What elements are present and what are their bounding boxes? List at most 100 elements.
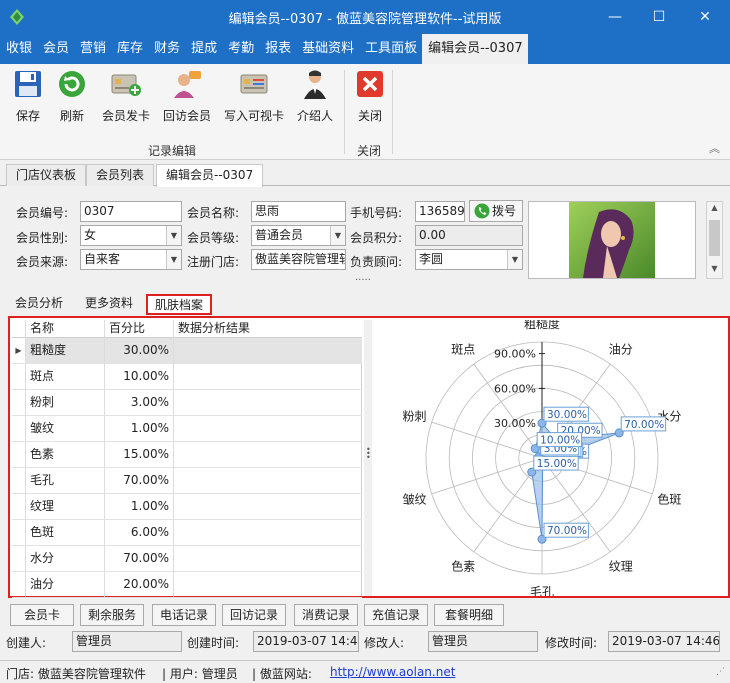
dial-button[interactable]: 拨号: [469, 200, 523, 222]
website-link[interactable]: http://www.aolan.net: [330, 665, 455, 679]
chevron-down-icon[interactable]: ▼: [166, 226, 181, 245]
refresh-button[interactable]: 刷新: [54, 68, 90, 124]
panel-splitter[interactable]: • • •: [364, 320, 372, 596]
table-row[interactable]: ▶ 粗糙度 30.00%: [12, 338, 362, 364]
menu-item-6[interactable]: 考勤: [222, 34, 259, 64]
cell-result[interactable]: [174, 338, 362, 363]
menu-item-3[interactable]: 库存: [111, 34, 148, 64]
menu-item-1[interactable]: 会员: [37, 34, 74, 64]
level-select[interactable]: 普通会员 ▼: [251, 225, 346, 246]
menu-item-2[interactable]: 营销: [74, 34, 111, 64]
cell-name[interactable]: 毛孔: [26, 468, 105, 493]
bottom-button-4[interactable]: 消费记录: [294, 604, 358, 626]
cell-result[interactable]: [174, 520, 362, 545]
gender-select[interactable]: 女 ▼: [80, 225, 182, 246]
menu-item-4[interactable]: 财务: [148, 34, 185, 64]
cell-percent[interactable]: 10.00%: [105, 364, 174, 389]
cell-percent[interactable]: 3.00%: [105, 390, 174, 415]
cell-name[interactable]: 粗糙度: [26, 338, 105, 363]
chevron-up-icon[interactable]: ▲: [707, 203, 722, 212]
menu-item-7[interactable]: 报表: [259, 34, 296, 64]
bottom-button-6[interactable]: 套餐明细: [434, 604, 504, 626]
cell-result[interactable]: [174, 468, 362, 493]
menu-item-0[interactable]: 收银: [0, 34, 37, 64]
grid-header-percent[interactable]: 百分比: [105, 320, 174, 338]
form-scrollbar[interactable]: ▲ ▼: [706, 201, 723, 279]
close-editor-button[interactable]: 关闭: [352, 68, 388, 124]
cell-name[interactable]: 斑点: [26, 364, 105, 389]
menu-item-9[interactable]: 工具面板: [359, 34, 422, 64]
table-row[interactable]: 斑点 10.00%: [12, 364, 362, 390]
cell-name[interactable]: 水分: [26, 546, 105, 571]
cell-name[interactable]: 色斑: [26, 520, 105, 545]
table-row[interactable]: 色素 15.00%: [12, 442, 362, 468]
chevron-down-icon[interactable]: ▼: [330, 226, 345, 245]
tab-skin-profile[interactable]: 肌肤档案: [146, 294, 213, 315]
revisit-member-button[interactable]: 回访会员: [161, 68, 213, 124]
member-card-plus-icon: [111, 74, 141, 96]
cell-result[interactable]: [174, 442, 362, 467]
cell-name[interactable]: 皱纹: [26, 416, 105, 441]
cell-result[interactable]: [174, 546, 362, 571]
scrollbar-thumb[interactable]: [709, 220, 720, 256]
bottom-button-3[interactable]: 回访记录: [222, 604, 286, 626]
cell-percent[interactable]: 6.00%: [105, 520, 174, 545]
write-visual-card-button[interactable]: 写入可视卡: [221, 68, 287, 124]
more-fields-handle[interactable]: ·····: [355, 275, 371, 286]
source-select[interactable]: 自来客 ▼: [80, 249, 182, 270]
chevron-down-icon[interactable]: ▼: [707, 264, 722, 273]
store-field[interactable]: 傲蓝美容院管理软: [251, 249, 346, 270]
cell-percent[interactable]: 70.00%: [105, 546, 174, 571]
cell-result[interactable]: [174, 416, 362, 441]
grid-header-name[interactable]: 名称: [26, 320, 105, 338]
table-row[interactable]: 毛孔 70.00%: [12, 468, 362, 494]
cell-result[interactable]: [174, 494, 362, 519]
cell-percent[interactable]: 70.00%: [105, 468, 174, 493]
cell-percent[interactable]: 1.00%: [105, 494, 174, 519]
cell-percent[interactable]: 1.00%: [105, 416, 174, 441]
cell-percent[interactable]: 30.00%: [105, 338, 174, 363]
maximize-button[interactable]: ☐: [636, 0, 682, 34]
menu-item-5[interactable]: 提成: [185, 34, 222, 64]
phone-field[interactable]: 136589: [415, 201, 465, 222]
chevron-down-icon[interactable]: ▼: [507, 250, 522, 269]
cell-percent[interactable]: 15.00%: [105, 442, 174, 467]
chevron-down-icon[interactable]: ▼: [166, 250, 181, 269]
close-window-button[interactable]: ✕: [682, 0, 728, 34]
table-row[interactable]: 水分 70.00%: [12, 546, 362, 572]
table-row[interactable]: 纹理 1.00%: [12, 494, 362, 520]
save-button[interactable]: 保存: [10, 68, 46, 124]
resize-grip-icon[interactable]: ⋰: [716, 667, 725, 677]
table-row[interactable]: 油分 20.00%: [12, 572, 362, 598]
cell-name[interactable]: 粉刺: [26, 390, 105, 415]
menu-item-8[interactable]: 基础资料: [296, 34, 359, 64]
bottom-button-2[interactable]: 电话记录: [152, 604, 216, 626]
table-row[interactable]: 粉刺 3.00%: [12, 390, 362, 416]
cell-result[interactable]: [174, 572, 362, 597]
cell-percent[interactable]: 20.00%: [105, 572, 174, 597]
table-row[interactable]: 皱纹 1.00%: [12, 416, 362, 442]
tab-more-info[interactable]: 更多资料: [78, 294, 140, 315]
issue-card-button[interactable]: 会员发卡: [100, 68, 152, 124]
consultant-select[interactable]: 李圆 ▼: [415, 249, 523, 270]
tab-store-dashboard[interactable]: 门店仪表板: [6, 164, 87, 186]
cell-name[interactable]: 油分: [26, 572, 105, 597]
cell-name[interactable]: 色素: [26, 442, 105, 467]
referrer-button[interactable]: 介绍人: [294, 68, 336, 124]
minimize-button[interactable]: —: [592, 0, 638, 34]
tab-edit-member[interactable]: 编辑会员--0307: [156, 164, 264, 187]
tab-member-list[interactable]: 会员列表: [86, 164, 155, 186]
bottom-button-1[interactable]: 剩余服务: [80, 604, 144, 626]
collapse-ribbon-icon[interactable]: ︽: [709, 140, 720, 156]
menu-item-10[interactable]: 编辑会员--0307: [422, 34, 528, 64]
cell-result[interactable]: [174, 364, 362, 389]
bottom-button-0[interactable]: 会员卡: [10, 604, 74, 626]
grid-header-result[interactable]: 数据分析结果: [174, 320, 362, 338]
bottom-button-5[interactable]: 充值记录: [364, 604, 428, 626]
cell-result[interactable]: [174, 390, 362, 415]
member-no-field[interactable]: 0307: [80, 201, 182, 222]
tab-member-analysis[interactable]: 会员分析: [8, 294, 70, 315]
table-row[interactable]: 色斑 6.00%: [12, 520, 362, 546]
cell-name[interactable]: 纹理: [26, 494, 105, 519]
member-name-field[interactable]: 思雨: [251, 201, 346, 222]
